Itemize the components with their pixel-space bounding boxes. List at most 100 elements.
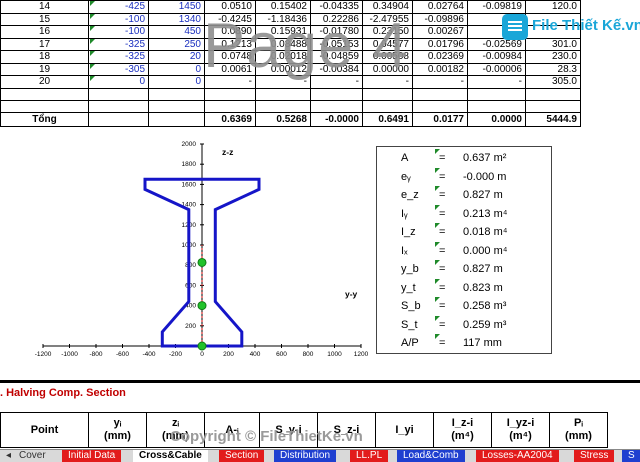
cell-empty[interactable]: [148, 111, 205, 127]
header-label: I_yz-i: [506, 417, 535, 429]
header-unit: (m⁴): [509, 430, 532, 442]
x-tick-label: -1000: [61, 351, 78, 358]
tab-stress[interactable]: Stress: [574, 450, 615, 462]
cell-z[interactable]: 250: [148, 37, 205, 51]
property-value[interactable]: 0.637 m²: [463, 152, 506, 164]
cell-value[interactable]: -: [467, 75, 526, 89]
total-value[interactable]: 5444.9: [525, 111, 581, 127]
tab-cross-cable[interactable]: Cross&Cable: [133, 450, 208, 462]
cell-point[interactable]: 20: [0, 75, 89, 89]
total-value[interactable]: 0.6491: [362, 111, 413, 127]
cell-empty[interactable]: [255, 87, 311, 101]
cell-empty[interactable]: [412, 87, 468, 101]
header-label: I_yi: [395, 423, 414, 436]
cell-empty[interactable]: [467, 87, 526, 101]
property-value[interactable]: 0.827 m: [463, 189, 503, 201]
cell-empty[interactable]: [0, 99, 89, 113]
property-symbol: Iᵧ: [401, 207, 408, 220]
cell-empty[interactable]: [310, 87, 363, 101]
cell-y[interactable]: 0: [88, 75, 149, 89]
property-value[interactable]: 0.823 m: [463, 282, 503, 294]
tab-s[interactable]: S: [622, 450, 640, 462]
cell-value[interactable]: 0.01796: [412, 37, 468, 51]
total-value[interactable]: 0.0177: [412, 111, 468, 127]
cell-point[interactable]: 15: [0, 12, 89, 26]
cell-point[interactable]: 18: [0, 50, 89, 64]
property-equals: =: [439, 189, 446, 201]
tab-initial-data[interactable]: Initial Data: [62, 450, 122, 462]
cell-z[interactable]: 1450: [148, 0, 205, 14]
x-tick-label: 600: [276, 351, 287, 358]
header-cell[interactable]: I_yz-i (m⁴): [491, 412, 550, 448]
property-value[interactable]: 0.258 m³: [463, 300, 506, 312]
header-cell[interactable]: yᵢ (mm): [88, 412, 147, 448]
total-value[interactable]: 0.5268: [255, 111, 311, 127]
cell-y[interactable]: -305: [88, 62, 149, 76]
property-row: S_b = 0.258 m³: [377, 297, 551, 316]
property-value[interactable]: 0.000 m⁴: [463, 245, 507, 257]
cell-empty[interactable]: [467, 99, 526, 113]
cell-empty[interactable]: [88, 99, 149, 113]
cell-z[interactable]: 0: [148, 75, 205, 89]
cell-value[interactable]: 0.00182: [412, 62, 468, 76]
header-cell[interactable]: I_yi: [375, 412, 434, 448]
property-value[interactable]: -0.000 m: [463, 171, 506, 183]
cell-value[interactable]: -0.09896: [412, 12, 468, 26]
header-cell[interactable]: Pᵢ (mm): [549, 412, 608, 448]
cell-value[interactable]: -0.00006: [467, 62, 526, 76]
cell-y[interactable]: -325: [88, 50, 149, 64]
cell-point[interactable]: 19: [0, 62, 89, 76]
cell-empty[interactable]: [148, 99, 205, 113]
cell-point[interactable]: 16: [0, 25, 89, 39]
cell-value[interactable]: -0.00984: [467, 50, 526, 64]
cell-value[interactable]: 0.02764: [412, 0, 468, 14]
cell-value[interactable]: 0.00267: [412, 25, 468, 39]
cell-value[interactable]: 0.02369: [412, 50, 468, 64]
tab-losses-aa2004[interactable]: Losses-AA2004: [476, 450, 559, 462]
cell-z[interactable]: 450: [148, 25, 205, 39]
cell-empty[interactable]: [0, 87, 89, 101]
cell-empty[interactable]: [362, 99, 413, 113]
cell-y[interactable]: -100: [88, 12, 149, 26]
cell-value[interactable]: 28.3: [525, 62, 581, 76]
tab-section[interactable]: Section: [219, 450, 265, 462]
tab-cover[interactable]: Cover: [13, 450, 52, 462]
property-value[interactable]: 0.827 m: [463, 263, 503, 275]
total-value[interactable]: 0.0000: [467, 111, 526, 127]
header-cell[interactable]: Point: [0, 412, 89, 448]
cell-z[interactable]: 20: [148, 50, 205, 64]
cell-empty[interactable]: [412, 99, 468, 113]
cell-z[interactable]: 1340: [148, 12, 205, 26]
cell-z[interactable]: 0: [148, 62, 205, 76]
header-cell[interactable]: I_z-i (m⁴): [433, 412, 492, 448]
property-value[interactable]: 0.259 m³: [463, 319, 506, 331]
property-row: y_t = 0.823 m: [377, 278, 551, 298]
cell-empty[interactable]: [255, 99, 311, 113]
cell-point[interactable]: 14: [0, 0, 89, 14]
cell-value[interactable]: 305.0: [525, 75, 581, 89]
cell-empty[interactable]: [204, 99, 256, 113]
tab-ll-pl[interactable]: LL.PL: [350, 450, 389, 462]
property-value[interactable]: 0.018 m⁴: [463, 226, 507, 238]
cell-point[interactable]: 17: [0, 37, 89, 51]
cell-value[interactable]: 230.0: [525, 50, 581, 64]
total-value[interactable]: -0.0000: [310, 111, 363, 127]
cell-empty[interactable]: [525, 99, 581, 113]
cell-empty[interactable]: [88, 87, 149, 101]
tab-distribution[interactable]: Distribution: [274, 450, 337, 462]
total-label[interactable]: Tổng: [0, 111, 89, 127]
cell-empty[interactable]: [88, 111, 149, 127]
property-value[interactable]: 0.213 m⁴: [463, 208, 507, 220]
cell-empty[interactable]: [525, 87, 581, 101]
cell-y[interactable]: -425: [88, 0, 149, 14]
cell-empty[interactable]: [362, 87, 413, 101]
cell-empty[interactable]: [310, 99, 363, 113]
cell-y[interactable]: -100: [88, 25, 149, 39]
property-value[interactable]: 117 mm: [463, 337, 502, 349]
cell-empty[interactable]: [204, 87, 256, 101]
cell-empty[interactable]: [148, 87, 205, 101]
cell-value[interactable]: -: [412, 75, 468, 89]
cell-y[interactable]: -325: [88, 37, 149, 51]
total-value[interactable]: 0.6369: [204, 111, 256, 127]
tab-load-comb[interactable]: Load&Comb: [397, 450, 465, 462]
